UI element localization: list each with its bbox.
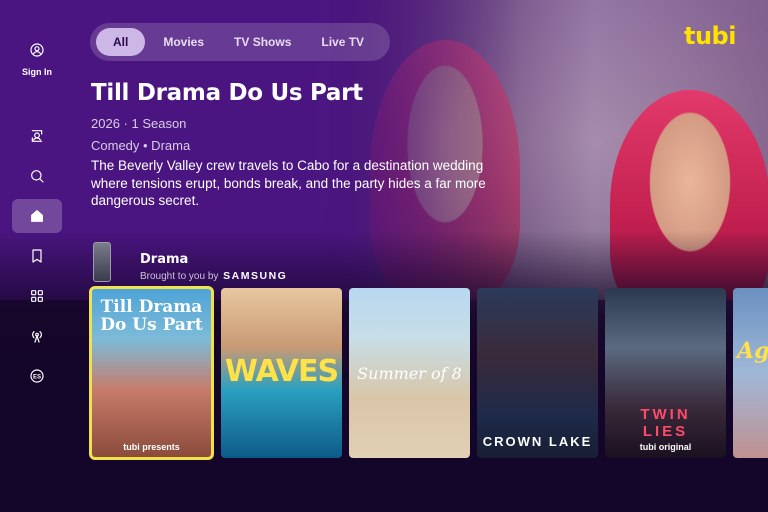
poster-crown-lake[interactable]: CROWN LAKE [477, 288, 598, 458]
svg-text:ES: ES [33, 374, 41, 380]
hero-person-right [610, 90, 768, 300]
sidebar-item-search[interactable] [12, 159, 62, 193]
sign-in-label: Sign In [22, 67, 52, 77]
live-antenna-icon [32, 331, 42, 343]
poster-badge: tubi original [639, 442, 692, 452]
sidebar-item-espanol[interactable]: ES [12, 359, 62, 393]
hero-meta: 2026 · 1 Season [91, 116, 187, 131]
poster-waves[interactable]: WAVES [221, 288, 342, 458]
poster-twin-lies[interactable]: TWIN LIES tubi original [605, 288, 726, 458]
sidebar: Sign In ES [0, 0, 72, 512]
poster-till-drama-do-us-part[interactable]: Till Drama Do Us Part tubi presents [89, 286, 214, 460]
categories-icon [31, 290, 43, 302]
sidebar-item-home[interactable] [12, 199, 62, 233]
tab-live-tv[interactable]: Live TV [309, 29, 376, 55]
sidebar-item-categories[interactable] [12, 279, 62, 313]
poster-badge: tubi presents [123, 442, 180, 452]
sponsor-prefix: Brought to you by [140, 271, 219, 282]
espanol-icon: ES [30, 369, 44, 383]
hero-title: Till Drama Do Us Part [91, 80, 363, 106]
poster-title: WAVES [224, 354, 339, 389]
row-title: Drama [140, 252, 189, 267]
poster-partial[interactable]: Age [733, 288, 768, 458]
poster-title: TWIN LIES [640, 406, 691, 440]
home-icon [31, 210, 43, 222]
poster-title: Till Drama Do Us Part [100, 297, 203, 335]
row-sponsor-line: Brought to you by SAMSUNG [140, 270, 287, 282]
poster-title: Age [737, 338, 768, 364]
sidebar-item-profile-switch[interactable] [12, 119, 62, 153]
tubi-logo: tubi [684, 22, 736, 50]
sign-in-button[interactable]: Sign In [8, 42, 66, 77]
poster-title: Summer of 8 [357, 364, 462, 383]
profile-switch-icon [31, 130, 43, 142]
tab-movies[interactable]: Movies [151, 29, 216, 55]
search-icon [31, 170, 44, 183]
poster-summer-of-8[interactable]: Summer of 8 [349, 288, 470, 458]
user-icon [30, 43, 44, 57]
sidebar-item-my-list[interactable] [12, 239, 62, 273]
sponsor-brand: SAMSUNG [223, 270, 288, 282]
bookmark-icon [32, 249, 42, 263]
sidebar-item-live[interactable] [12, 319, 62, 353]
hero-description: The Beverly Valley crew travels to Cabo … [91, 158, 486, 208]
content-tabs: All Movies TV Shows Live TV [90, 23, 390, 61]
sponsor-phone-image [93, 242, 111, 282]
tab-all[interactable]: All [96, 28, 146, 56]
tab-tv-shows[interactable]: TV Shows [222, 29, 303, 55]
hero-genre: Comedy • Drama [91, 138, 191, 153]
poster-title: CROWN LAKE [482, 434, 593, 449]
